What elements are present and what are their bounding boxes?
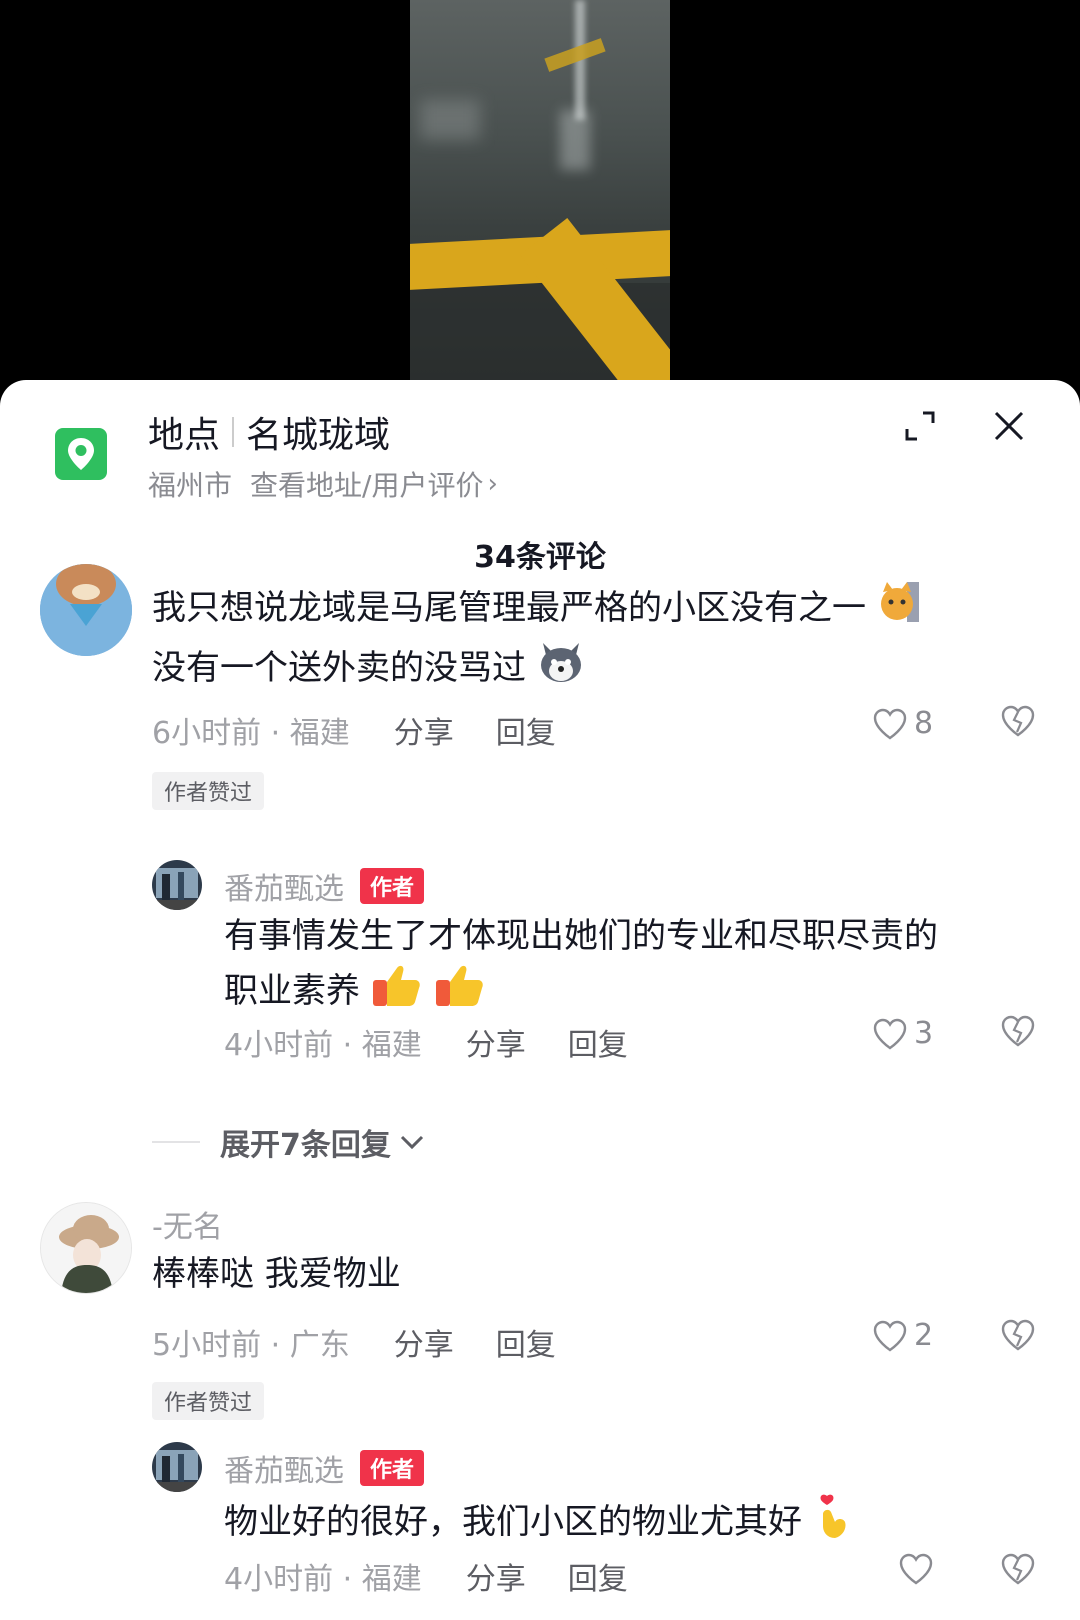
reply-username[interactable]: 番茄甄选 xyxy=(224,864,344,908)
share-button[interactable]: 分享 xyxy=(394,708,454,752)
video-frame xyxy=(410,0,670,380)
reply-meta: 4小时前 · 福建 分享 回复 xyxy=(224,1020,628,1064)
like-button[interactable]: 8 xyxy=(872,706,933,741)
reply-time-location: 4小时前 · 福建 xyxy=(224,1028,422,1063)
location-pin-icon xyxy=(55,428,107,480)
poi-title-divider xyxy=(232,417,235,447)
reply-text: 物业好的很好，我们小区的物业尤其好 xyxy=(224,1492,1044,1555)
reply-username-row: 番茄甄选 作者 xyxy=(224,1446,425,1490)
author-liked-tag: 作者赞过 xyxy=(152,1382,265,1420)
like-count: 3 xyxy=(914,1016,934,1051)
comment-text-line: 我只想说龙域是马尾管理最严格的小区没有之一 xyxy=(152,588,866,628)
poi-name: 名城珑域 xyxy=(246,415,391,456)
husky-emoji-icon xyxy=(537,639,585,700)
chevron-right-icon: › xyxy=(487,469,498,499)
thumbs-up-emoji-icon xyxy=(371,962,423,1023)
like-button[interactable]: 2 xyxy=(872,1318,933,1353)
heart-icon xyxy=(899,1553,933,1585)
poi-subtitle[interactable]: 福州市 查看地址/用户评价 › xyxy=(148,464,498,504)
reply-username-row: 番茄甄选 作者 xyxy=(224,864,425,908)
reply-time-location: 4小时前 · 福建 xyxy=(224,1562,422,1597)
share-button[interactable]: 分享 xyxy=(394,1320,454,1364)
broken-heart-icon[interactable] xyxy=(1000,1318,1036,1356)
reply-item: 番茄甄选 作者 物业好的很好，我们小区的物业尤其好 4小时前 · 福建 分享 回… xyxy=(0,1442,1080,1620)
like-button[interactable]: 3 xyxy=(872,1016,933,1051)
heart-icon xyxy=(873,1018,907,1049)
chevron-down-icon xyxy=(399,1133,425,1151)
video-player[interactable] xyxy=(0,0,1080,400)
comment-text-line: 没有一个送外卖的没骂过 xyxy=(152,648,526,688)
comment-text: 我只想说龙域是马尾管理最严格的小区没有之一 没有一个送外卖的没骂过 xyxy=(152,580,1032,700)
reply-meta: 4小时前 · 福建 分享 回复 xyxy=(224,1554,628,1598)
poi-link[interactable]: 查看地址/用户评价 xyxy=(250,464,483,504)
avatar[interactable] xyxy=(152,860,202,910)
cat-emoji-icon xyxy=(877,580,921,639)
broken-heart-icon[interactable] xyxy=(1000,1014,1036,1052)
comment-item: 我只想说龙域是马尾管理最严格的小区没有之一 没有一个送外卖的没骂过 6小时前 ·… xyxy=(0,564,1080,900)
reply-text-line: 有事情发生了才体现出她们的专业和尽职尽责的 xyxy=(224,916,938,956)
reply-button[interactable]: 回复 xyxy=(496,708,556,752)
reply-button[interactable]: 回复 xyxy=(496,1320,556,1364)
comment-item: -无名 棒棒哒 我爱物业 5小时前 · 广东 分享 回复 2 作者赞过 xyxy=(0,1202,1080,1462)
share-button[interactable]: 分享 xyxy=(466,1020,526,1064)
expand-replies-button[interactable]: 展开7条回复 xyxy=(152,1120,425,1164)
avatar[interactable] xyxy=(40,1202,132,1294)
share-button[interactable]: 分享 xyxy=(466,1554,526,1598)
reply-item: 番茄甄选 作者 有事情发生了才体现出她们的专业和尽职尽责的 职业素养 4小时前 … xyxy=(0,860,1080,1090)
reply-username[interactable]: 番茄甄选 xyxy=(224,1446,344,1490)
reply-button[interactable]: 回复 xyxy=(568,1554,628,1598)
expand-icon[interactable] xyxy=(896,402,944,450)
poi-label: 地点 xyxy=(148,415,221,456)
expand-replies-label: 展开7条回复 xyxy=(220,1128,391,1163)
avatar[interactable] xyxy=(40,564,132,656)
reply-text-line: 物业好的很好，我们小区的物业尤其好 xyxy=(224,1502,802,1542)
comment-time-location: 6小时前 · 福建 xyxy=(152,716,350,751)
poi-title: 地点 名城珑域 xyxy=(148,408,390,456)
comment-meta: 6小时前 · 福建 分享 回复 xyxy=(152,708,556,752)
like-count: 2 xyxy=(914,1318,934,1353)
avatar[interactable] xyxy=(152,1442,202,1492)
broken-heart-icon[interactable] xyxy=(1000,1552,1036,1590)
broken-heart-icon[interactable] xyxy=(1000,704,1036,742)
comment-time-location: 5小时前 · 广东 xyxy=(152,1328,350,1363)
like-count: 8 xyxy=(914,706,934,741)
heart-icon xyxy=(873,708,907,739)
expand-divider xyxy=(152,1141,200,1143)
comment-sheet: 地点 名城珑域 福州市 查看地址/用户评价 › 34条评论 我只想说龙域是马尾管… xyxy=(0,380,1080,1620)
author-badge: 作者 xyxy=(360,868,425,904)
author-badge: 作者 xyxy=(360,1450,425,1486)
reply-text: 有事情发生了才体现出她们的专业和尽职尽责的 职业素养 xyxy=(224,910,1044,1023)
poi-city: 福州市 xyxy=(148,469,233,502)
like-button[interactable] xyxy=(898,1552,940,1586)
thumbs-up-emoji-icon xyxy=(434,962,486,1023)
reply-text-line: 职业素养 xyxy=(224,971,360,1011)
close-icon[interactable] xyxy=(985,402,1033,450)
comment-username[interactable]: -无名 xyxy=(152,1202,223,1246)
reply-button[interactable]: 回复 xyxy=(568,1020,628,1064)
comment-text: 棒棒哒 我爱物业 xyxy=(152,1254,401,1294)
comment-meta: 5小时前 · 广东 分享 回复 xyxy=(152,1320,556,1364)
heart-icon xyxy=(873,1320,907,1351)
author-liked-tag: 作者赞过 xyxy=(152,772,265,810)
finger-heart-emoji-icon xyxy=(813,1492,853,1555)
